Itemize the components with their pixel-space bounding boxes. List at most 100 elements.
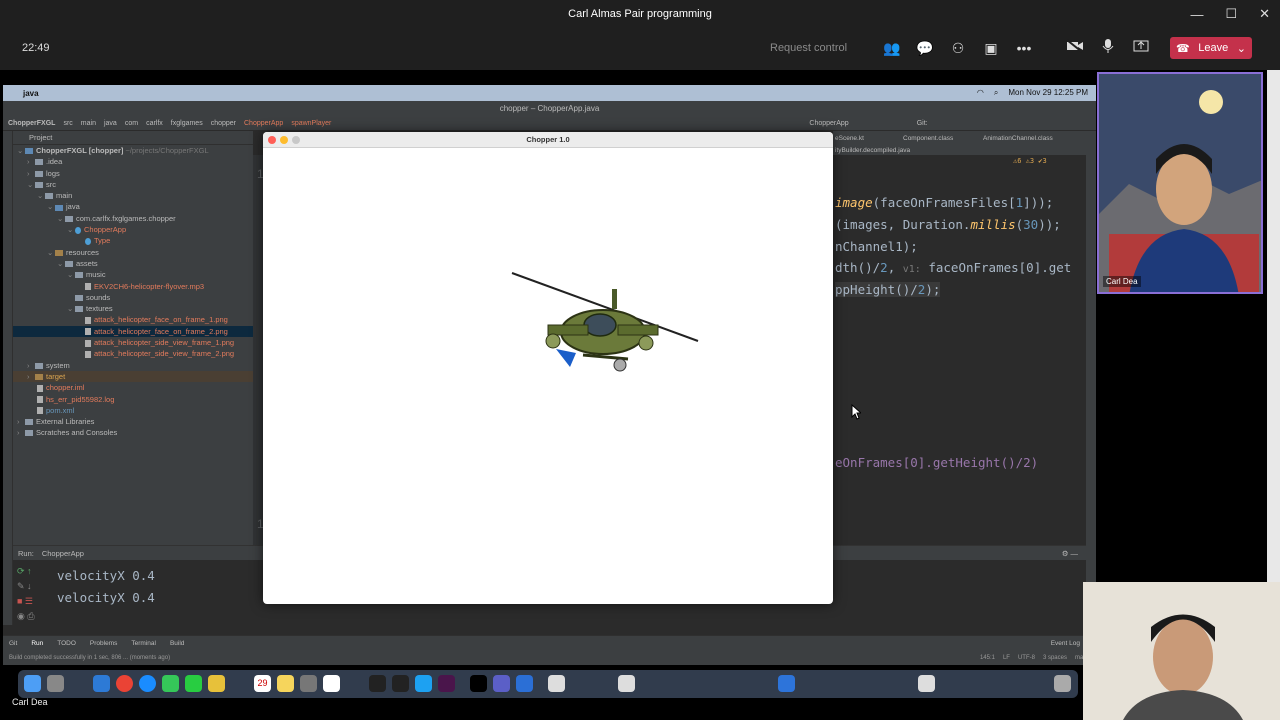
camera-icon[interactable]: ◉ ⎙ [17, 609, 47, 624]
launchpad-icon[interactable] [47, 675, 64, 692]
breadcrumb-item[interactable]: chopper [211, 120, 236, 127]
tree-item[interactable]: › External Libraries [13, 416, 253, 427]
breadcrumb-item[interactable]: fxglgames [171, 120, 203, 127]
close-icon[interactable]: ✕ [1259, 6, 1270, 22]
breadcrumb-item[interactable]: com [125, 120, 138, 127]
breakout-icon[interactable]: ⚇ [946, 38, 970, 58]
window-thumbnail-icon[interactable] [918, 675, 935, 692]
editor-tab[interactable]: eScene.kt [835, 135, 864, 142]
status-line-ending[interactable]: LF [1003, 655, 1010, 661]
editor-tab[interactable]: AnimationChannel.class [983, 135, 1053, 142]
camera-off-icon[interactable] [1063, 38, 1087, 58]
app-icon[interactable] [323, 675, 340, 692]
run-config-select[interactable]: ChopperApp [809, 120, 848, 127]
tree-item[interactable]: › Scratches and Consoles [13, 427, 253, 438]
tree-item[interactable]: › target [13, 370, 253, 383]
tool-tab-terminal[interactable]: Terminal [131, 640, 156, 647]
rerun-icon[interactable]: ⟳ ↑ [17, 564, 47, 579]
tool-tab-build[interactable]: Build [170, 640, 184, 647]
docker-icon[interactable] [415, 675, 432, 692]
tree-item[interactable]: › logs [13, 168, 253, 179]
window-thumbnail-icon[interactable] [618, 675, 635, 692]
close-icon[interactable] [268, 136, 276, 144]
tool-tab-git[interactable]: Git [9, 640, 17, 647]
chat-icon[interactable]: 💬 [913, 38, 937, 58]
tree-item[interactable]: Type [13, 235, 253, 246]
intellij-icon[interactable] [470, 675, 487, 692]
breadcrumb-item[interactable]: src [63, 120, 72, 127]
teams-icon[interactable] [493, 675, 510, 692]
gear-icon[interactable]: ⚙ — [1062, 549, 1086, 558]
tree-item[interactable]: ⌄ src [13, 179, 253, 190]
slack-icon[interactable] [438, 675, 455, 692]
terminal-icon[interactable] [369, 675, 386, 692]
breadcrumb-item[interactable]: ChopperFXGL [8, 120, 55, 127]
photos-icon[interactable] [208, 675, 225, 692]
tree-item[interactable]: EKV2CH6-helicopter-flyover.mp3 [13, 281, 253, 292]
notes-icon[interactable] [277, 675, 294, 692]
tree-item[interactable]: ⌄ java [13, 201, 253, 212]
tree-item[interactable]: ⌄ main [13, 190, 253, 201]
tree-item[interactable]: ⌄ assets [13, 258, 253, 269]
window-thumbnail-icon[interactable] [548, 675, 565, 692]
editor-tab[interactable]: ityBuilder.decompiled.java [835, 147, 910, 154]
microphone-icon[interactable] [1096, 38, 1120, 58]
request-control-button[interactable]: Request control [770, 42, 847, 54]
tree-item[interactable]: ⌄ resources [13, 247, 253, 258]
safari-icon[interactable] [139, 675, 156, 692]
zoom-icon[interactable] [292, 136, 300, 144]
breadcrumb-method[interactable]: spawnPlayer [291, 120, 331, 127]
minimize-icon[interactable] [280, 136, 288, 144]
status-encoding[interactable]: UTF-8 [1018, 655, 1035, 661]
tree-item-selected[interactable]: attack_helicopter_face_on_frame_2.png [13, 325, 253, 338]
chrome-icon[interactable] [116, 675, 133, 692]
tree-item[interactable]: attack_helicopter_side_view_frame_2.png [13, 348, 253, 359]
self-video[interactable] [1083, 582, 1280, 720]
settings-icon[interactable] [300, 675, 317, 692]
game-window[interactable]: Chopper 1.0 [263, 132, 833, 604]
share-screen-icon[interactable] [1129, 38, 1153, 58]
leave-button[interactable]: ☎ Leave ⌄ [1170, 37, 1252, 59]
maximize-icon[interactable]: ☐ [1225, 6, 1237, 22]
calendar-icon[interactable]: 29 [254, 675, 271, 692]
tree-item[interactable]: pom.xml [13, 405, 253, 416]
wrench-icon[interactable]: ✎ ↓ [17, 579, 47, 594]
project-title[interactable]: Project [29, 133, 52, 142]
code-editor[interactable]: ⚠6 ⚠3 ✔3 image(faceOnFramesFiles[1])); (… [833, 155, 1086, 545]
minimize-icon[interactable]: — [1190, 7, 1203, 22]
people-icon[interactable]: 👥 [880, 38, 904, 58]
tree-item[interactable]: attack_helicopter_face_on_frame_1.png [13, 314, 253, 325]
window-thumbnail-icon[interactable] [778, 675, 795, 692]
wifi-icon[interactable]: ◠ [977, 88, 984, 98]
tree-item[interactable]: ⌄ music [13, 269, 253, 280]
tree-item[interactable]: attack_helicopter_side_view_frame_1.png [13, 337, 253, 348]
inspection-widget[interactable]: ⚠6 ⚠3 ✔3 [1013, 157, 1047, 165]
status-indent[interactable]: 3 spaces [1043, 655, 1067, 661]
search-icon[interactable]: ⌕ [994, 88, 998, 98]
terminal-icon[interactable] [392, 675, 409, 692]
status-position[interactable]: 145:1 [980, 655, 995, 661]
app-menu-name[interactable]: java [23, 89, 39, 98]
breadcrumb-item[interactable]: main [81, 120, 96, 127]
tree-item[interactable]: ⌄ ChopperFXGL [chopper] ~/projects/Choppe… [13, 145, 253, 156]
tool-tab-run[interactable]: Run [31, 640, 43, 647]
facetime-icon[interactable] [185, 675, 202, 692]
tree-item[interactable]: ⌄ textures [13, 303, 253, 314]
tree-item[interactable]: ⌄ com.carlfx.fxglgames.chopper [13, 213, 253, 224]
run-tab[interactable]: ChopperApp [42, 549, 84, 558]
breadcrumb-item[interactable]: carlfx [146, 120, 163, 127]
breadcrumb-class[interactable]: ChopperApp [244, 120, 283, 127]
breadcrumb-item[interactable]: java [104, 120, 117, 127]
tree-item[interactable]: › system [13, 360, 253, 371]
tree-item[interactable]: ⌄ ChopperApp [13, 224, 253, 235]
chevron-down-icon[interactable]: ⌄ [1237, 42, 1246, 55]
trash-icon[interactable] [1054, 675, 1071, 692]
view-icon[interactable]: ▣ [979, 38, 1003, 58]
tree-item[interactable]: chopper.iml [13, 382, 253, 393]
messages-icon[interactable] [162, 675, 179, 692]
stop-icon[interactable]: ■ ☰ [17, 594, 47, 609]
tool-tab-todo[interactable]: TODO [57, 640, 76, 647]
tree-item[interactable]: hs_err_pid55982.log [13, 394, 253, 405]
clock[interactable]: Mon Nov 29 12:25 PM [1008, 88, 1088, 98]
editor-tab[interactable]: Component.class [903, 135, 953, 142]
